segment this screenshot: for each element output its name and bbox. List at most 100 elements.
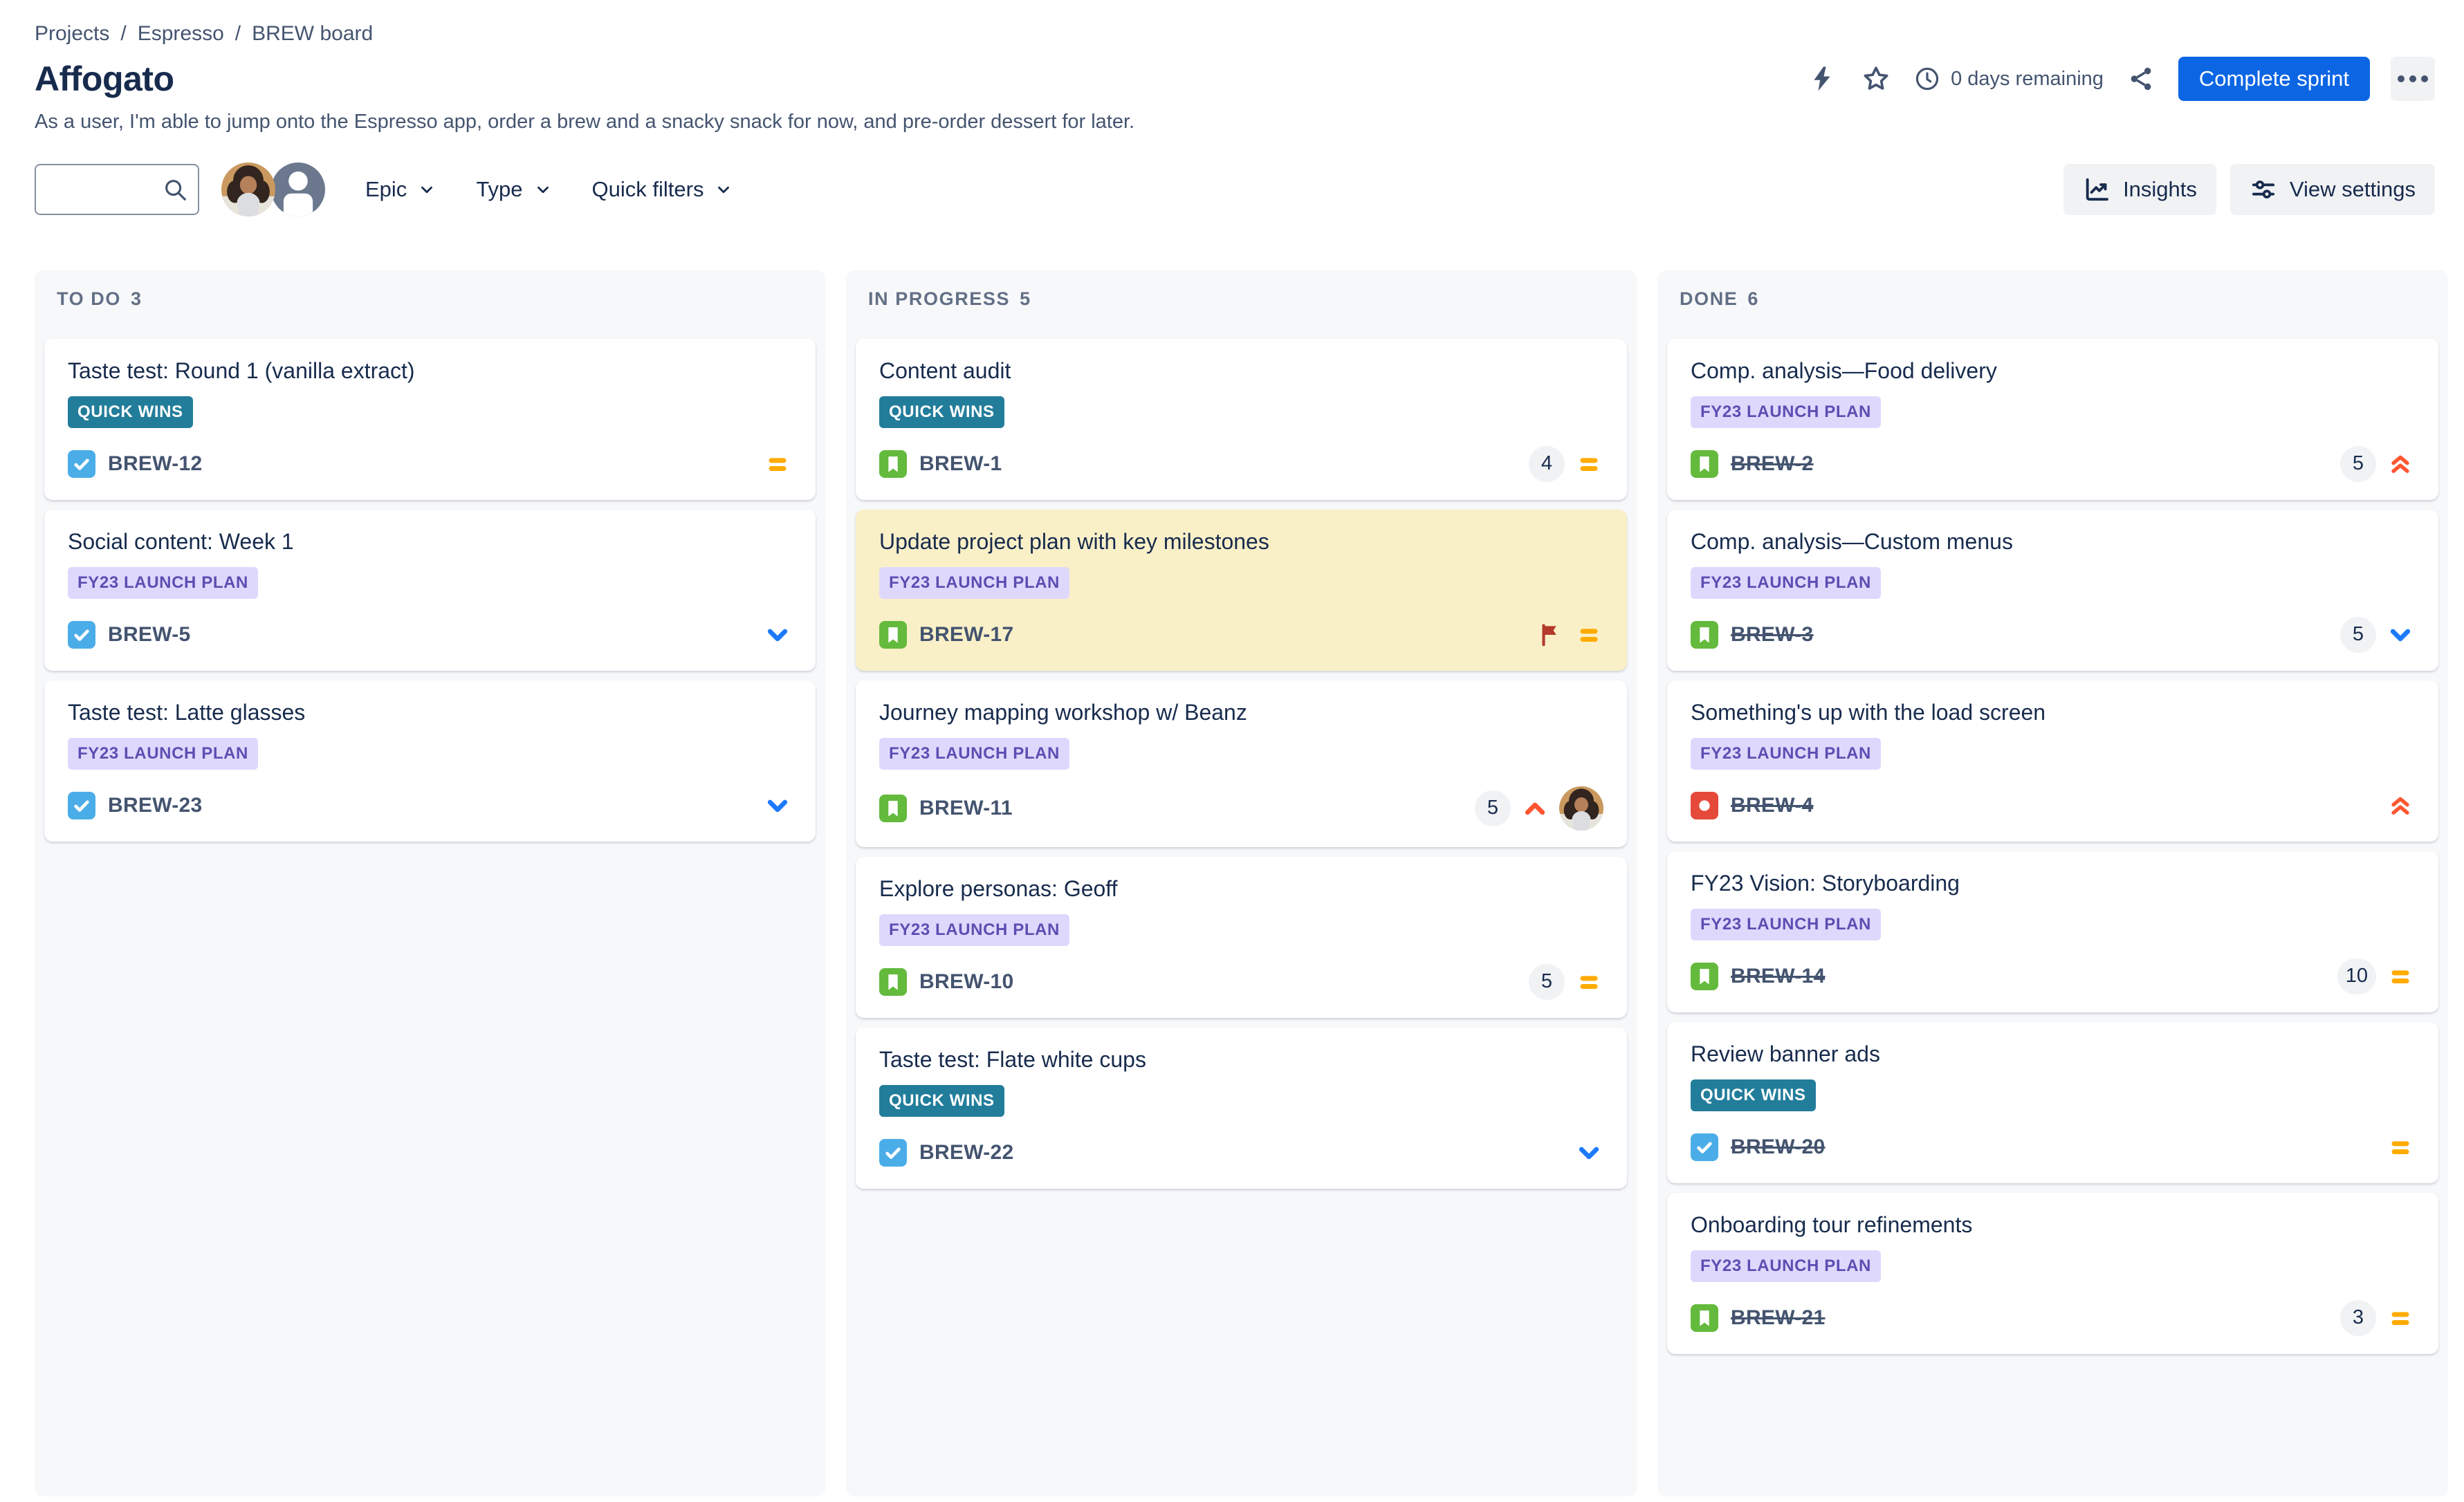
- card-key[interactable]: BREW-3: [1731, 623, 1814, 647]
- epic-badge-quick-wins[interactable]: QUICK WINS: [879, 396, 1004, 428]
- priority-medium-icon: [2386, 962, 2415, 991]
- epic-badge-fy23-launch-plan[interactable]: FY23 LAUNCH PLAN: [1691, 908, 1881, 940]
- share-icon[interactable]: [2124, 62, 2158, 95]
- card-key[interactable]: BREW-17: [919, 623, 1014, 647]
- more-actions-button[interactable]: [2391, 57, 2435, 101]
- card-key[interactable]: BREW-20: [1731, 1135, 1826, 1159]
- type-filter-dropdown[interactable]: Type: [476, 177, 551, 202]
- card-footer: BREW-23: [68, 786, 792, 825]
- chevron-down-icon: [537, 186, 549, 194]
- card-key[interactable]: BREW-12: [108, 452, 203, 476]
- avatar-user-photo[interactable]: [221, 163, 275, 216]
- epic-badge-fy23-launch-plan[interactable]: FY23 LAUNCH PLAN: [1691, 737, 1881, 770]
- column-header-in-progress: IN PROGRESS 5: [856, 288, 1627, 310]
- card-brew-20[interactable]: Review banner ads QUICK WINS BREW-20: [1667, 1021, 2438, 1183]
- card-key[interactable]: BREW-5: [108, 623, 191, 647]
- epic-badge-quick-wins[interactable]: QUICK WINS: [1691, 1079, 1816, 1111]
- card-footer: BREW-4: [1691, 786, 2415, 825]
- card-brew-5[interactable]: Social content: Week 1 FY23 LAUNCH PLAN BR…: [44, 509, 816, 671]
- epic-badge-quick-wins[interactable]: QUICK WINS: [879, 1084, 1004, 1117]
- toolbar-right: Insights View settings: [2063, 164, 2435, 215]
- epic-badge-fy23-launch-plan[interactable]: FY23 LAUNCH PLAN: [879, 914, 1069, 946]
- title-row: Affogato 0 days remaining Complete sprin…: [35, 57, 2435, 101]
- card-brew-1[interactable]: Content audit QUICK WINS BREW-1 4: [856, 339, 1627, 500]
- column-to-do: TO DO 3 Taste test: Round 1 (vanilla extra…: [35, 270, 825, 1496]
- priority-medium-icon: [1574, 620, 1603, 649]
- card-list: Content audit QUICK WINS BREW-1 4 Update pro…: [856, 339, 1627, 1189]
- story-points-badge: 10: [2337, 958, 2376, 994]
- card-brew-2[interactable]: Comp. analysis—Food delivery FY23 LAUNCH …: [1667, 339, 2438, 500]
- breadcrumb-brew-board[interactable]: BREW board: [252, 22, 373, 46]
- epic-filter-dropdown[interactable]: Epic: [365, 177, 436, 202]
- card-title: Review banner ads: [1691, 1041, 1880, 1066]
- story-points-badge: 3: [2340, 1299, 2376, 1336]
- breadcrumb-espresso[interactable]: Espresso: [138, 22, 224, 46]
- quick-filters-dropdown[interactable]: Quick filters: [592, 177, 733, 202]
- priority-highest-icon: [2386, 449, 2415, 479]
- epic-badge-quick-wins[interactable]: QUICK WINS: [68, 396, 193, 428]
- sliders-icon: [2252, 180, 2274, 198]
- card-key[interactable]: BREW-1: [919, 452, 1002, 476]
- epic-badge-fy23-launch-plan[interactable]: FY23 LAUNCH PLAN: [879, 737, 1069, 770]
- task-type-icon: [68, 449, 95, 478]
- card-meta: [1536, 620, 1603, 649]
- card-brew-22[interactable]: Taste test: Flate white cups QUICK WINS BR…: [856, 1027, 1627, 1189]
- story-type-icon: [879, 967, 907, 996]
- priority-medium-icon: [2386, 1133, 2415, 1162]
- story-type-icon: [879, 449, 907, 478]
- avatar-generic-user[interactable]: [271, 163, 325, 216]
- card-brew-21[interactable]: Onboarding tour refinements FY23 LAUNCH P…: [1667, 1192, 2438, 1354]
- task-type-icon: [1691, 1133, 1718, 1161]
- page-title: Affogato: [35, 59, 174, 98]
- board-header: Projects / Espresso / BREW board Affogat…: [0, 0, 2464, 133]
- card-meta: [2386, 1133, 2415, 1162]
- card-brew-3[interactable]: Comp. analysis—Custom menus FY23 LAUNCH P…: [1667, 509, 2438, 671]
- card-title: Comp. analysis—Custom menus: [1691, 528, 2013, 554]
- epic-badge-fy23-launch-plan[interactable]: FY23 LAUNCH PLAN: [1691, 566, 1881, 599]
- task-type-icon: [68, 620, 95, 649]
- card-key[interactable]: BREW-11: [919, 797, 1013, 820]
- insights-button[interactable]: Insights: [2063, 164, 2216, 215]
- column-name: TO DO: [57, 288, 122, 309]
- card-brew-4[interactable]: Something's up with the load screen FY23 …: [1667, 680, 2438, 842]
- card-brew-10[interactable]: Explore personas: Geoff FY23 LAUNCH PLAN B…: [856, 856, 1627, 1018]
- card-title: Onboarding tour refinements: [1691, 1212, 1973, 1237]
- chevron-down-icon: [718, 186, 730, 194]
- card-footer: BREW-12: [68, 445, 792, 483]
- priority-medium-icon: [2386, 1304, 2415, 1333]
- card-title: Journey mapping workshop w/ Beanz: [879, 699, 1247, 725]
- epic-badge-fy23-launch-plan[interactable]: FY23 LAUNCH PLAN: [68, 566, 258, 599]
- card-brew-23[interactable]: Taste test: Latte glasses FY23 LAUNCH PLA…: [44, 680, 816, 842]
- card-key[interactable]: BREW-4: [1731, 794, 1814, 817]
- card-key[interactable]: BREW-22: [919, 1141, 1014, 1165]
- star-icon[interactable]: [1859, 62, 1893, 95]
- view-settings-button[interactable]: View settings: [2229, 164, 2435, 215]
- story-points-badge: 5: [2340, 616, 2376, 653]
- epic-badge-fy23-launch-plan[interactable]: FY23 LAUNCH PLAN: [1691, 1250, 1881, 1282]
- card-key[interactable]: BREW-14: [1731, 965, 1826, 988]
- card-brew-17[interactable]: Update project plan with key milestones F…: [856, 509, 1627, 671]
- card-key[interactable]: BREW-2: [1731, 452, 1814, 476]
- card-key[interactable]: BREW-10: [919, 970, 1014, 994]
- epic-badge-fy23-launch-plan[interactable]: FY23 LAUNCH PLAN: [1691, 396, 1881, 428]
- card-brew-11[interactable]: Journey mapping workshop w/ Beanz FY23 LA…: [856, 680, 1627, 847]
- story-type-icon: [1691, 1304, 1718, 1332]
- card-footer: BREW-2 5: [1691, 445, 2415, 483]
- complete-sprint-button[interactable]: Complete sprint: [2178, 57, 2370, 101]
- card-key[interactable]: BREW-23: [108, 794, 203, 817]
- card-brew-14[interactable]: FY23 Vision: Storyboarding FY23 LAUNCH PL…: [1667, 851, 2438, 1012]
- insights-chart-icon: [2086, 178, 2108, 201]
- column-count: 6: [1747, 288, 1760, 309]
- epic-badge-fy23-launch-plan[interactable]: FY23 LAUNCH PLAN: [879, 566, 1069, 599]
- epic-badge-fy23-launch-plan[interactable]: FY23 LAUNCH PLAN: [68, 737, 258, 770]
- card-meta: [763, 791, 792, 820]
- card-title: Taste test: Flate white cups: [879, 1046, 1146, 1072]
- card-key[interactable]: BREW-21: [1731, 1306, 1826, 1330]
- breadcrumb-projects[interactable]: Projects: [35, 22, 109, 46]
- card-footer: BREW-1 4: [879, 445, 1603, 483]
- search-input[interactable]: [35, 164, 199, 215]
- column-count: 5: [1020, 288, 1031, 309]
- card-brew-12[interactable]: Taste test: Round 1 (vanilla extract) QUI…: [44, 339, 816, 500]
- lightning-icon[interactable]: [1805, 62, 1839, 95]
- search-box: [35, 164, 199, 215]
